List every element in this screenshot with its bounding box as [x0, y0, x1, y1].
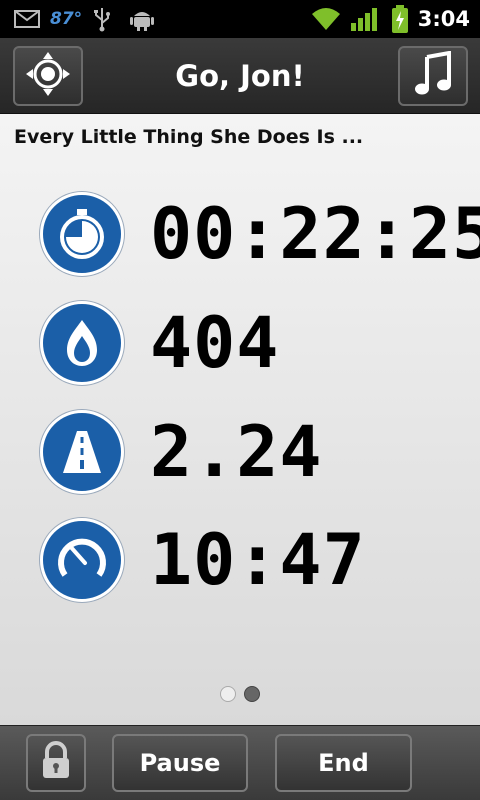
lock-button[interactable]: [26, 734, 86, 792]
title-bar: Go, Jon!: [0, 38, 480, 114]
stat-pace: 10:47: [40, 517, 366, 603]
battery-charging-icon: [390, 0, 410, 38]
stat-distance: 2.24: [40, 409, 323, 495]
lock-icon: [39, 740, 73, 786]
music-button[interactable]: [398, 46, 468, 106]
duration-value: 00:22:25: [150, 193, 480, 275]
wifi-icon: [310, 0, 342, 38]
dpad-button[interactable]: [13, 46, 83, 106]
page-indicator: [0, 686, 480, 702]
calories-value: 404: [150, 302, 280, 384]
gmail-icon: [14, 0, 40, 38]
stat-calories: 404: [40, 300, 279, 386]
page-dot-1[interactable]: [220, 686, 236, 702]
stat-duration: 00:22:25: [40, 191, 480, 277]
now-playing-song: Every Little Thing She Does Is ...: [14, 126, 364, 148]
signal-icon: [350, 0, 378, 38]
speedometer-icon: [40, 518, 124, 602]
music-note-icon: [413, 50, 453, 101]
pause-button[interactable]: Pause: [112, 734, 248, 792]
pace-value: 10:47: [150, 519, 366, 601]
status-bar: 87° 3:04: [0, 0, 480, 38]
workout-panel: Every Little Thing She Does Is ... 00:22…: [0, 114, 480, 725]
end-button[interactable]: End: [275, 734, 412, 792]
bottom-toolbar: Pause End: [0, 725, 480, 800]
flame-icon: [40, 301, 124, 385]
page-dot-2[interactable]: [244, 686, 260, 702]
clock: 3:04: [417, 7, 470, 31]
battery-percent: 87°: [50, 9, 83, 29]
dpad-icon: [25, 51, 71, 101]
distance-value: 2.24: [150, 411, 323, 493]
stopwatch-icon: [40, 192, 124, 276]
road-icon: [40, 410, 124, 494]
usb-icon: [92, 0, 112, 38]
android-debug-icon: [130, 0, 154, 38]
